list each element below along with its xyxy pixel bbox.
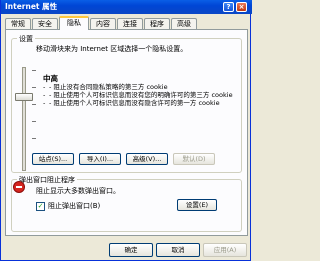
privacy-detail-2: - 阻止使用个人可标识信息而没有您的明确许可的第三方 cookie [43, 91, 243, 99]
popup-blocker-icon [13, 181, 25, 193]
tab-advanced[interactable]: 高级 [171, 18, 197, 29]
popup-description: 阻止显示大多数弹出窗口。 [36, 187, 120, 195]
import-button[interactable]: 导入(I)... [79, 153, 121, 165]
block-popups-label[interactable]: 阻止弹出窗口(B) [48, 202, 100, 211]
ok-button[interactable]: 确定 [109, 243, 153, 257]
settings-description: 移动滑块来为 Internet 区域选择一个隐私设置。 [36, 45, 188, 53]
slider-tick [32, 87, 36, 88]
tab-security[interactable]: 安全 [32, 18, 58, 29]
tab-privacy[interactable]: 隐私 [59, 16, 89, 30]
block-popups-checkbox[interactable]: ✓ [36, 202, 45, 211]
tab-content[interactable]: 内容 [90, 18, 116, 29]
popup-group-label: 弹出窗口阻止程序 [17, 175, 77, 185]
slider-tick [32, 70, 36, 71]
close-button[interactable]: × [236, 2, 247, 12]
sites-button[interactable]: 站点(S)... [32, 153, 74, 165]
privacy-detail-1: - 阻止没有合同隐私策略的第三方 cookie [43, 83, 243, 91]
tab-connections[interactable]: 连接 [117, 18, 143, 29]
internet-options-window: Internet 属性 ? × 常规 安全 隐私 内容 连接 程序 高级 设置 … [0, 0, 252, 261]
cancel-button[interactable]: 取消 [156, 243, 200, 257]
settings-group-label: 设置 [17, 34, 35, 44]
title-bar: Internet 属性 ? × [1, 0, 252, 14]
tab-programs[interactable]: 程序 [144, 18, 170, 29]
privacy-level-details: - 阻止没有合同隐私策略的第三方 cookie - 阻止使用个人可标识信息而没有… [43, 83, 243, 107]
advanced-button[interactable]: 高级(V)... [126, 153, 168, 165]
help-button[interactable]: ? [223, 2, 234, 12]
slider-tick [32, 138, 36, 139]
window-title: Internet 属性 [5, 2, 58, 11]
default-button[interactable]: 默认(D) [173, 153, 215, 165]
apply-button[interactable]: 应用(A) [203, 243, 247, 257]
popup-settings-button[interactable]: 设置(E) [177, 199, 217, 211]
slider-tick [32, 121, 36, 122]
privacy-slider-thumb[interactable] [15, 93, 33, 101]
privacy-detail-3: - 阻止使用个人可标识信息而没有隐含许可的第一方 cookie [43, 99, 243, 107]
privacy-slider-track[interactable] [22, 67, 26, 171]
tab-general[interactable]: 常规 [5, 18, 31, 29]
slider-tick [32, 104, 36, 105]
